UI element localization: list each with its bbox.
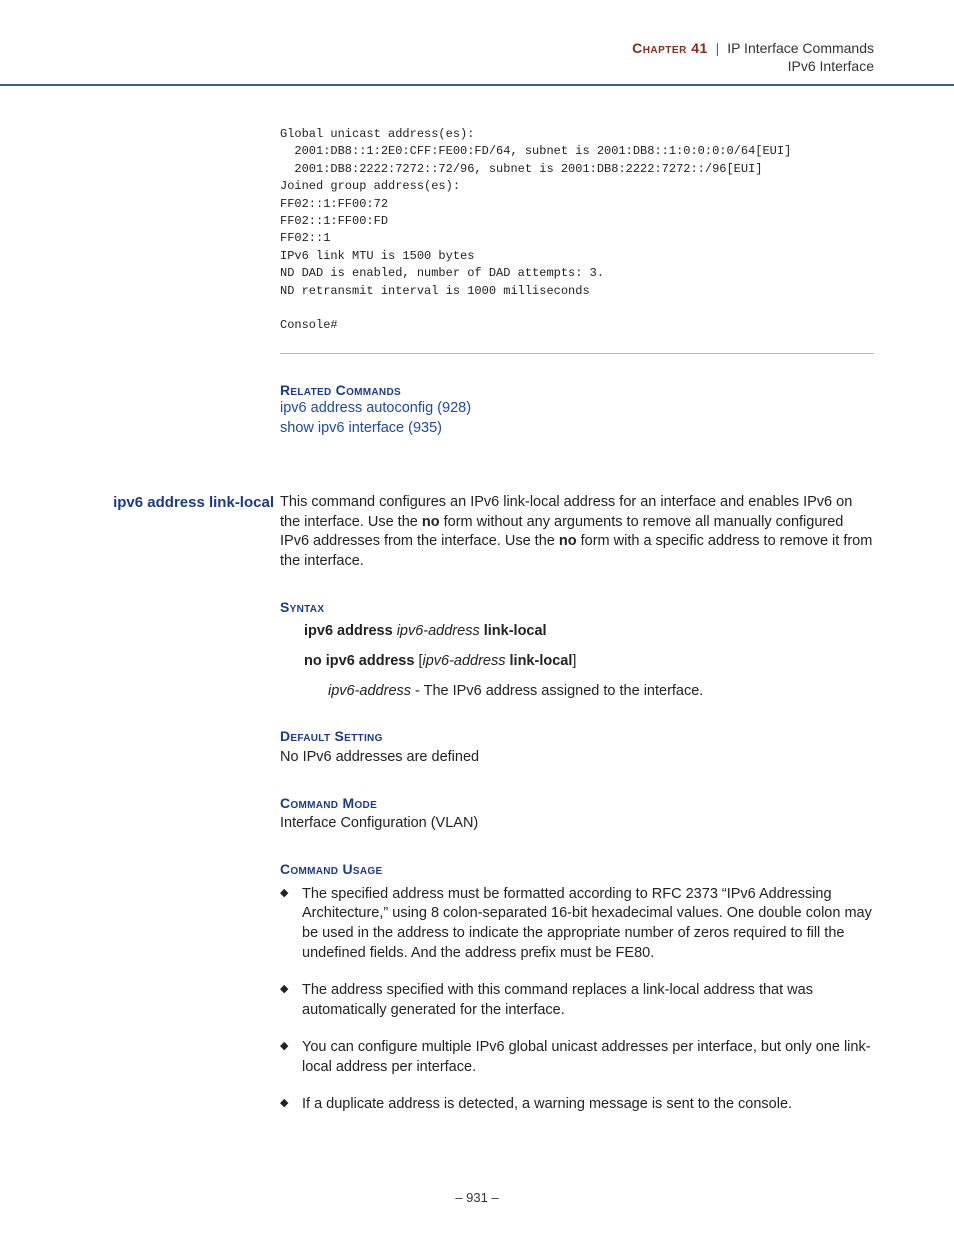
- usage-item: You can configure multiple IPv6 global u…: [280, 1038, 874, 1077]
- header-subcategory: IPv6 Interface: [0, 58, 874, 74]
- usage-list: The specified address must be formatted …: [280, 885, 874, 1115]
- syntax-param: ipv6-address: [422, 653, 505, 669]
- param-text: - The IPv6 address assigned to the inter…: [411, 683, 703, 699]
- page-number: – 931 –: [0, 1190, 954, 1205]
- default-setting-heading: Default Setting: [280, 727, 874, 746]
- related-commands-section: Related Commands ipv6 address autoconfig…: [280, 382, 874, 439]
- console-output: Global unicast address(es): 2001:DB8::1:…: [280, 126, 874, 354]
- syntax-param: ipv6-address: [397, 623, 480, 639]
- syntax-line-1: ipv6 address ipv6-address link-local: [304, 622, 874, 642]
- syntax-keyword: no ipv6 address: [304, 653, 418, 669]
- main-content: Global unicast address(es): 2001:DB8::1:…: [0, 126, 954, 1115]
- related-link[interactable]: ipv6 address autoconfig (928): [280, 398, 874, 418]
- header-line-1: Chapter 41 | IP Interface Commands: [0, 40, 874, 56]
- param-description: ipv6-address - The IPv6 address assigned…: [328, 682, 874, 702]
- usage-item: If a duplicate address is detected, a wa…: [280, 1095, 874, 1115]
- command-mode-body: Interface Configuration (VLAN): [280, 814, 874, 834]
- syntax-section: Syntax ipv6 address ipv6-address link-lo…: [280, 598, 874, 702]
- syntax-keyword: link-local: [505, 653, 572, 669]
- bracket: ]: [572, 653, 576, 669]
- command-usage-heading: Command Usage: [280, 860, 874, 879]
- usage-item: The specified address must be formatted …: [280, 885, 874, 963]
- command-name: ipv6 address link-local: [113, 494, 274, 511]
- command-name-column: ipv6 address link-local: [100, 493, 280, 571]
- usage-item: The address specified with this command …: [280, 981, 874, 1020]
- chapter-label: Chapter 41: [632, 40, 708, 56]
- no-keyword: no: [422, 514, 440, 530]
- default-setting-section: Default Setting No IPv6 addresses are de…: [280, 727, 874, 767]
- command-mode-section: Command Mode Interface Configuration (VL…: [280, 794, 874, 834]
- related-commands-heading: Related Commands: [280, 382, 874, 398]
- divider: |: [716, 40, 720, 56]
- command-description: This command configures an IPv6 link-loc…: [280, 493, 874, 571]
- command-entry: ipv6 address link-local This command con…: [100, 493, 874, 571]
- page-header: Chapter 41 | IP Interface Commands IPv6 …: [0, 0, 954, 86]
- related-link[interactable]: show ipv6 interface (935): [280, 418, 874, 438]
- syntax-line-2: no ipv6 address [ipv6-address link-local…: [304, 652, 874, 672]
- syntax-keyword: link-local: [480, 623, 547, 639]
- no-keyword: no: [559, 533, 577, 549]
- default-setting-body: No IPv6 addresses are defined: [280, 748, 874, 768]
- syntax-heading: Syntax: [280, 598, 874, 617]
- command-usage-section: Command Usage The specified address must…: [280, 860, 874, 1115]
- header-category: IP Interface Commands: [727, 40, 874, 56]
- param-name: ipv6-address: [328, 683, 411, 699]
- syntax-keyword: ipv6 address: [304, 623, 397, 639]
- command-mode-heading: Command Mode: [280, 794, 874, 813]
